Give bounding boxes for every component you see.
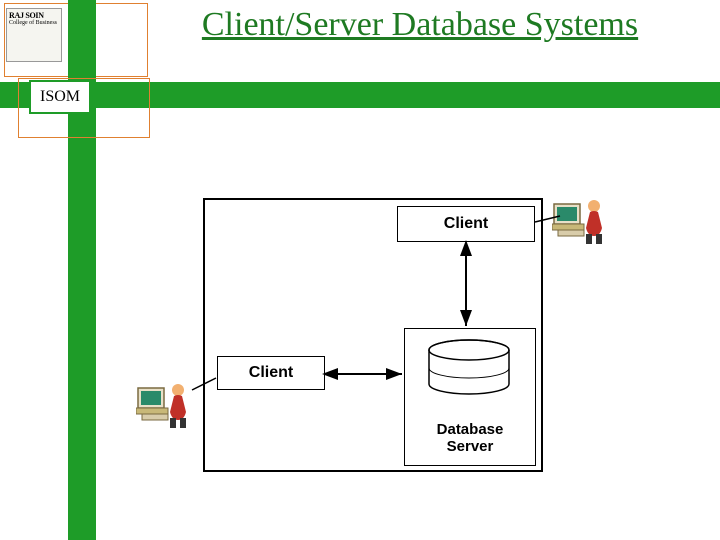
server-label-line1: Database bbox=[437, 421, 504, 438]
user-computer-icon bbox=[552, 196, 608, 246]
college-logo: RAJ SOIN College of Business bbox=[6, 8, 62, 62]
user-computer-icon bbox=[136, 380, 192, 430]
slide-stage: RAJ SOIN College of Business ISOM Client… bbox=[0, 0, 720, 540]
isom-box: ISOM bbox=[29, 80, 91, 114]
database-cylinder-icon bbox=[424, 338, 514, 398]
isom-label: ISOM bbox=[40, 88, 80, 106]
database-server-label: Database Server bbox=[405, 422, 535, 455]
client-box-left: Client bbox=[217, 356, 325, 390]
client-top-label: Client bbox=[444, 215, 488, 232]
server-label-line2: Server bbox=[447, 438, 494, 455]
client-box-top: Client bbox=[397, 206, 535, 242]
logo-line2: College of Business bbox=[7, 20, 61, 26]
client-left-label: Client bbox=[249, 364, 293, 381]
slide-title: Client/Server Database Systems bbox=[170, 6, 670, 43]
logo-line1: RAJ SOIN bbox=[7, 9, 61, 20]
